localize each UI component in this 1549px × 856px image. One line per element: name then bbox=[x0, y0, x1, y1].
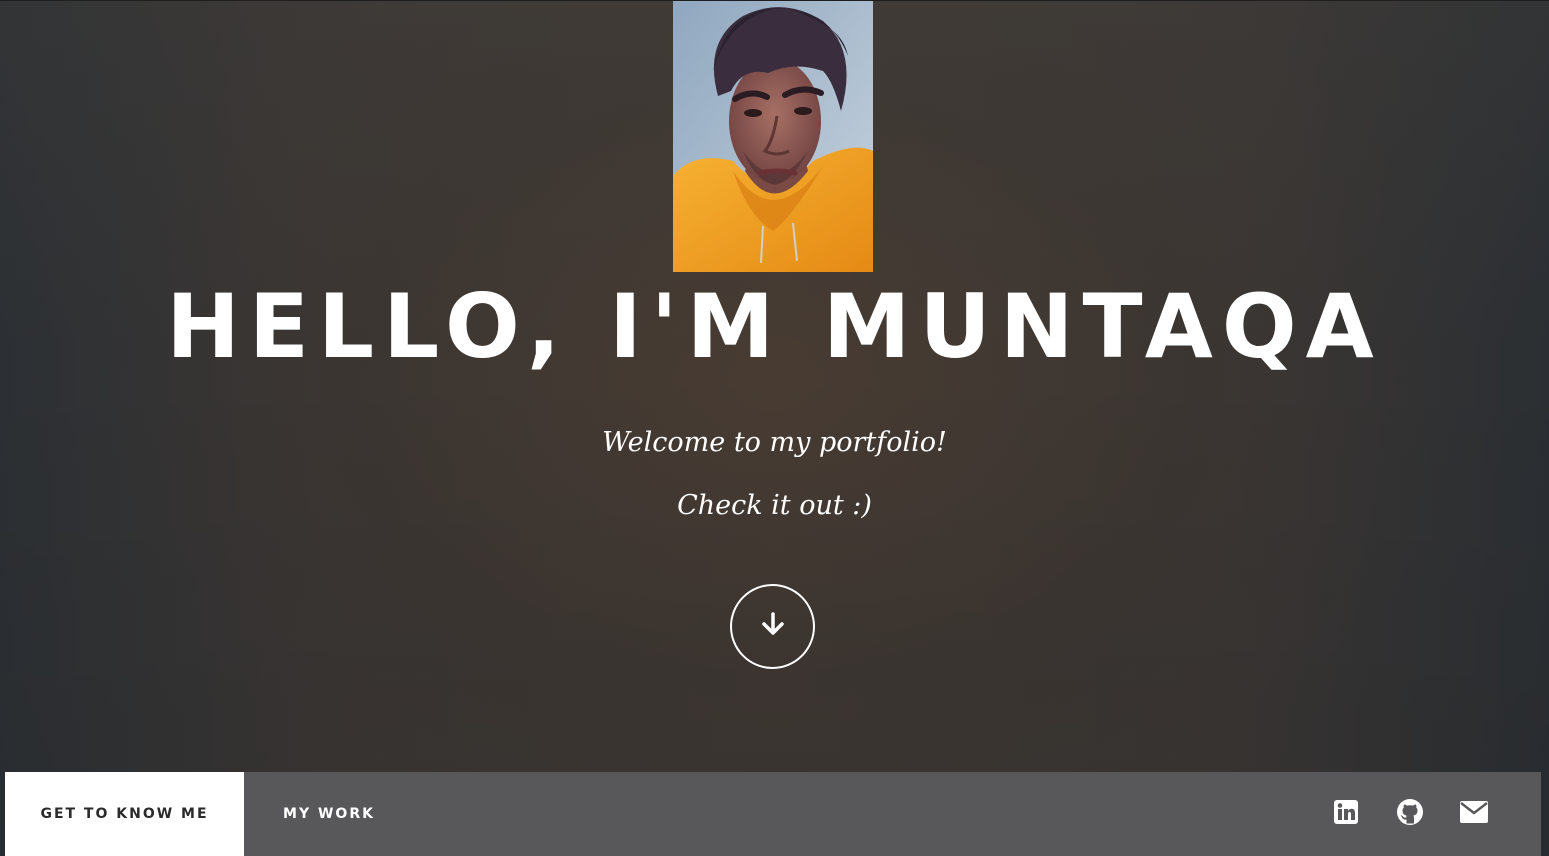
github-link[interactable] bbox=[1390, 772, 1430, 856]
linkedin-link[interactable] bbox=[1326, 772, 1366, 856]
scroll-down-button[interactable] bbox=[730, 584, 815, 669]
subtitle-check-it-out: Check it out :) bbox=[677, 490, 872, 521]
subtitle-welcome: Welcome to my portfolio! bbox=[602, 427, 947, 458]
nav-get-to-know-me[interactable]: GET TO KNOW ME bbox=[5, 772, 244, 856]
page-title: HELLO, I'M MUNTAQA bbox=[166, 275, 1383, 378]
arrow-down-icon bbox=[760, 611, 786, 642]
linkedin-icon bbox=[1333, 799, 1359, 830]
email-icon bbox=[1460, 800, 1488, 828]
profile-photo bbox=[673, 1, 873, 272]
nav-my-work[interactable]: MY WORK bbox=[244, 772, 414, 856]
github-icon bbox=[1396, 798, 1424, 831]
email-link[interactable] bbox=[1454, 772, 1494, 856]
bottom-navbar: GET TO KNOW ME MY WORK bbox=[5, 772, 1541, 856]
